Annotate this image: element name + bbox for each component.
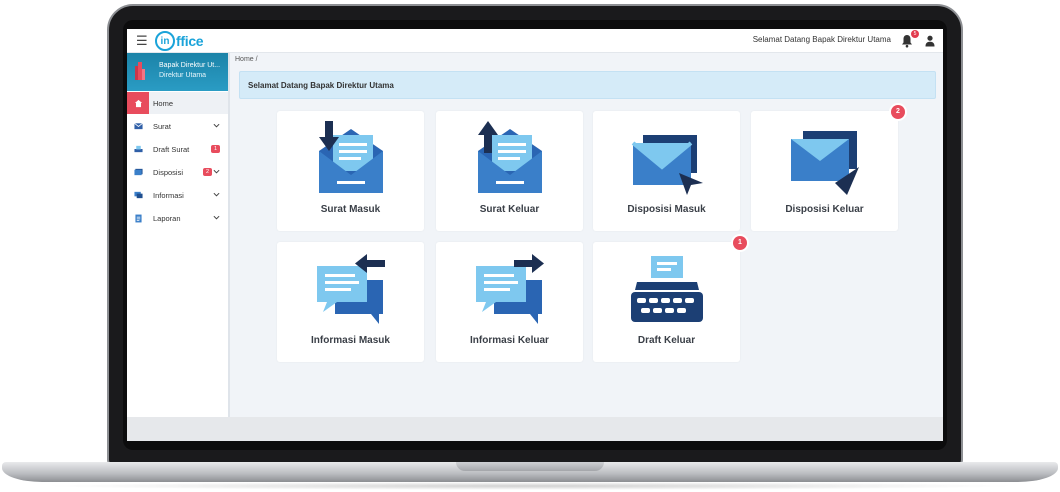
home-icon <box>127 92 149 114</box>
tile-label: Informasi Masuk <box>311 335 390 346</box>
sidebar: Bapak Direktur Ut... Direktur Utama Home… <box>127 53 230 441</box>
tile-label: Draft Keluar <box>637 335 696 346</box>
tile-informasi-masuk[interactable]: Informasi Masuk <box>277 242 424 362</box>
draft-badge: 1 <box>211 145 220 153</box>
top-bar: ☰ in ffice Selamat Datang Bapak Direktur… <box>127 29 943 53</box>
breadcrumb[interactable]: Home / <box>235 56 258 63</box>
sidebar-item-informasi[interactable]: Informasi <box>127 184 228 206</box>
sidebar-item-label: Laporan <box>153 213 181 223</box>
tile-label: Surat Masuk <box>320 204 381 215</box>
menu-icon[interactable]: ☰ <box>136 33 148 49</box>
tile-surat-keluar[interactable]: Surat Keluar <box>436 111 583 231</box>
app-screen: ☰ in ffice Selamat Datang Bapak Direktur… <box>127 29 943 441</box>
outgoing-info-icon <box>476 254 544 324</box>
disposition-icon <box>127 161 149 183</box>
tile-label: Informasi Keluar <box>470 335 549 346</box>
info-icon <box>127 184 149 206</box>
logo-text: ffice <box>176 33 204 49</box>
tile-badge: 2 <box>891 105 905 119</box>
incoming-disposition-icon <box>631 135 703 195</box>
welcome-panel: Selamat Datang Bapak Direktur Utama <box>239 71 936 99</box>
sidebar-item-laporan[interactable]: Laporan <box>127 207 228 229</box>
sidebar-item-label: Draft Surat <box>153 144 190 154</box>
profile-panel[interactable]: Bapak Direktur Ut... Direktur Utama <box>127 53 228 91</box>
chevron-down-icon <box>213 123 220 128</box>
tile-label: Disposisi Keluar <box>785 204 864 215</box>
profile-name: Bapak Direktur Ut... <box>159 62 221 69</box>
tile-label: Disposisi Masuk <box>627 204 706 215</box>
notification-badge: 5 <box>911 30 919 38</box>
chevron-down-icon <box>213 215 220 220</box>
incoming-mail-icon <box>319 121 383 193</box>
tile-informasi-keluar[interactable]: Informasi Keluar <box>436 242 583 362</box>
welcome-greeting: Selamat Datang Bapak Direktur Utama <box>752 35 891 44</box>
sidebar-item-label: Disposisi <box>153 167 184 177</box>
sidebar-item-label: Home <box>153 98 174 108</box>
laptop-mockup: ☰ in ffice Selamat Datang Bapak Direktur… <box>0 0 1060 492</box>
tile-label: Surat Keluar <box>479 204 540 215</box>
tile-disposisi-masuk[interactable]: Disposisi Masuk <box>593 111 740 231</box>
app-logo[interactable]: in ffice <box>155 31 204 51</box>
user-icon[interactable] <box>925 35 935 47</box>
profile-role: Direktur Utama <box>159 72 207 79</box>
welcome-panel-text: Selamat Datang Bapak Direktur Utama <box>248 81 394 90</box>
draft-icon <box>127 138 149 160</box>
chevron-down-icon <box>213 192 220 197</box>
sidebar-item-disposisi[interactable]: Disposisi 2 <box>127 161 228 183</box>
chevron-down-icon <box>213 169 220 174</box>
laptop-notch <box>456 462 604 471</box>
tile-disposisi-keluar[interactable]: Disposisi Keluar 2 <box>751 105 905 231</box>
laptop-shadow <box>40 482 1020 490</box>
sidebar-item-label: Informasi <box>153 190 184 200</box>
report-icon <box>127 207 149 229</box>
outgoing-mail-icon <box>478 121 542 193</box>
avatar <box>135 62 145 80</box>
incoming-info-icon <box>317 254 385 324</box>
outgoing-disposition-icon <box>791 131 859 195</box>
sidebar-item-draft-surat[interactable]: Draft Surat 1 <box>127 138 228 160</box>
sidebar-item-label: Surat <box>153 121 171 131</box>
logo-in-mark: in <box>155 31 175 51</box>
sidebar-item-surat[interactable]: Surat <box>127 115 228 137</box>
typewriter-icon <box>631 256 703 322</box>
tile-badge: 1 <box>733 236 747 250</box>
sidebar-item-home[interactable]: Home <box>127 92 228 114</box>
mail-icon <box>127 115 149 137</box>
tile-surat-masuk[interactable]: Surat Masuk <box>277 111 424 231</box>
tile-draft-keluar[interactable]: Draft Keluar 1 <box>593 236 747 362</box>
disposition-badge: 2 <box>203 168 212 176</box>
footer-bar <box>127 417 943 441</box>
